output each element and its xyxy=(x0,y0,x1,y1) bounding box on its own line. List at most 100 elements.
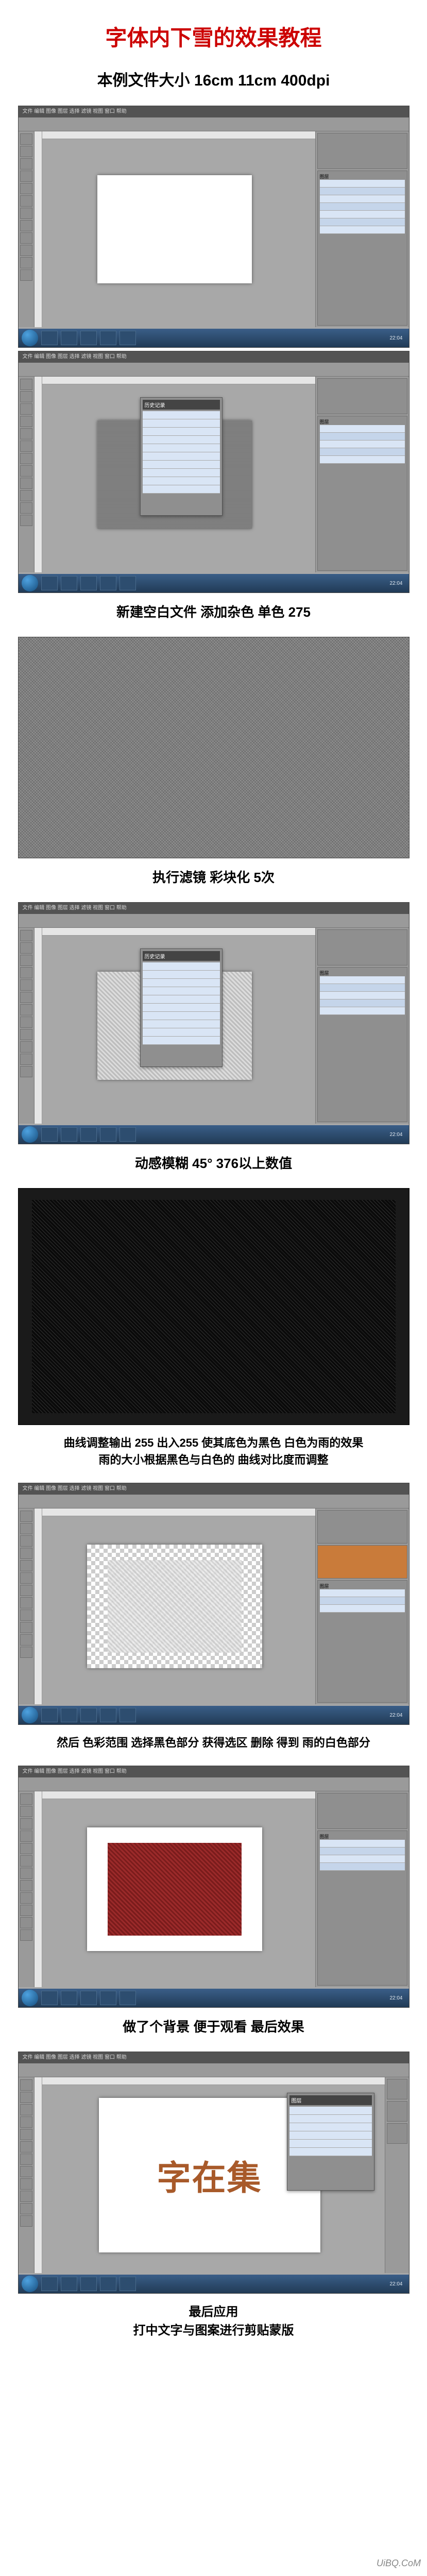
panel-color xyxy=(317,133,407,169)
windows-taskbar: 22:04 xyxy=(19,329,409,347)
tool-icon xyxy=(20,208,32,219)
taskbar-app-icon xyxy=(100,331,116,345)
ps-options-bar xyxy=(19,1495,409,1509)
caption-step-4: 动感模糊 45° 376以上数值 xyxy=(15,1154,412,1174)
screenshot-step-5 xyxy=(18,1188,409,1425)
canvas-crystallize xyxy=(19,637,409,858)
canvas-blank xyxy=(97,175,252,283)
ps-panels: 图层 xyxy=(315,928,409,1124)
ps-menubar: 文件 编辑 图像 图层 选择 滤镜 视图 窗口 帮助 xyxy=(19,2052,409,2063)
tool-icon xyxy=(20,269,32,281)
tool-icon xyxy=(20,232,32,244)
ps-options-bar xyxy=(19,117,409,131)
tool-icon xyxy=(20,195,32,207)
ps-canvas-area: 历史记录 xyxy=(35,377,315,572)
layers-panel-label: 图层 xyxy=(320,173,405,180)
screenshot-step-6: 文件 编辑 图像 图层 选择 滤镜 视图 窗口 帮助 图层 xyxy=(18,1483,409,1725)
ps-panels: 图层 xyxy=(315,1509,409,1704)
ps-panels: 图层 xyxy=(315,131,409,327)
ps-canvas-area xyxy=(35,1509,315,1704)
ps-toolbox xyxy=(19,1791,35,1987)
tool-icon xyxy=(20,220,32,231)
history-panel: 历史记录 xyxy=(140,397,223,516)
ps-panels: 图层 xyxy=(315,1791,409,1987)
history-panel: 历史记录 xyxy=(140,948,223,1067)
windows-taskbar: 22:04 xyxy=(19,1989,409,2007)
canvas-curves-dark xyxy=(32,1200,396,1413)
layer-row xyxy=(320,218,405,226)
ps-menubar: 文件 编辑 图像 图层 选择 滤镜 视图 窗口 帮助 xyxy=(19,106,409,117)
taskbar-app-icon xyxy=(61,331,77,345)
tool-icon xyxy=(20,171,32,182)
canvas-background xyxy=(87,1827,262,1951)
layers-panel: 图层 xyxy=(317,967,407,1122)
start-button-icon xyxy=(22,575,38,591)
taskbar-app-icon xyxy=(41,331,58,345)
screenshot-step-4: 文件 编辑 图像 图层 选择 滤镜 视图 窗口 帮助 历史记录 图层 xyxy=(18,902,409,1144)
ps-toolbox xyxy=(19,131,35,327)
start-button-icon xyxy=(22,330,38,346)
watermark: UiBQ.CoM xyxy=(377,2558,421,2569)
caption-step-8: 最后应用 打中文字与图案进行剪贴蒙版 xyxy=(15,2303,412,2340)
tool-icon xyxy=(20,245,32,256)
screenshot-step-3 xyxy=(18,637,409,858)
layers-panel: 图层 xyxy=(317,171,407,326)
tool-icon xyxy=(20,133,32,145)
ps-panels: 图层 xyxy=(315,377,409,572)
ps-menubar: 文件 编辑 图像 图层 选择 滤镜 视图 窗口 帮助 xyxy=(19,351,409,363)
ps-options-bar xyxy=(19,2063,409,2077)
caption-step-5: 曲线调整输出 255 出入255 使其底色为黑色 白色为雨的效果 雨的大小根据黑… xyxy=(15,1434,412,1468)
caption-step-6: 然后 色彩范围 选择黑色部分 获得选区 删除 得到 雨的白色部分 xyxy=(15,1734,412,1751)
layer-row xyxy=(320,180,405,188)
caption-step-2: 新建空白文件 添加杂色 单色 275 xyxy=(15,602,412,622)
windows-taskbar: 22:04 xyxy=(19,2275,409,2293)
system-tray-time: 22:04 xyxy=(389,335,405,341)
tool-icon xyxy=(20,257,32,268)
rain-white-selection xyxy=(108,1560,242,1653)
ruler-vertical xyxy=(35,131,42,327)
ps-canvas-area xyxy=(35,1791,315,1987)
caption-step-3: 执行滤镜 彩块化 5次 xyxy=(15,868,412,888)
screenshot-step-2: 文件 编辑 图像 图层 选择 滤镜 视图 窗口 帮助 历史记录 图层 xyxy=(18,351,409,593)
layers-floating-panel: 图层 xyxy=(287,2093,374,2191)
layers-panel: 图层 xyxy=(317,1831,407,1986)
ps-panels-collapsed xyxy=(385,2077,409,2273)
final-result-text: 字在集 xyxy=(157,2150,262,2200)
doc-spec: 本例文件大小 16cm 11cm 400dpi xyxy=(15,67,412,90)
ps-toolbox xyxy=(19,377,35,572)
history-panel-header: 历史记录 xyxy=(143,400,220,410)
windows-taskbar: 22:04 xyxy=(19,574,409,592)
ps-menubar: 文件 编辑 图像 图层 选择 滤镜 视图 窗口 帮助 xyxy=(19,903,409,914)
canvas-transparent xyxy=(87,1545,262,1668)
ps-toolbox xyxy=(19,928,35,1124)
ps-menubar: 文件 编辑 图像 图层 选择 滤镜 视图 窗口 帮助 xyxy=(19,1483,409,1495)
layers-panel: 图层 xyxy=(317,1580,407,1703)
screenshot-step-1: 文件 编辑 图像 图层 选择 滤镜 视图 窗口 帮助 图层 xyxy=(18,106,409,348)
ps-options-bar xyxy=(19,914,409,928)
windows-taskbar: 22:04 xyxy=(19,1706,409,1724)
ruler-horizontal xyxy=(35,131,315,139)
caption-step-7: 做了个背景 便于观看 最后效果 xyxy=(15,2017,412,2037)
ps-options-bar xyxy=(19,1777,409,1791)
screenshot-step-8: 文件 编辑 图像 图层 选择 滤镜 视图 窗口 帮助 字在集 图层 xyxy=(18,2052,409,2294)
ps-canvas-area: 字在集 图层 xyxy=(35,2077,385,2273)
tool-icon xyxy=(20,146,32,157)
ps-toolbox xyxy=(19,1509,35,1704)
ps-menubar: 文件 编辑 图像 图层 选择 滤镜 视图 窗口 帮助 xyxy=(19,1766,409,1777)
layer-row xyxy=(320,203,405,211)
tool-icon xyxy=(20,158,32,170)
ps-toolbox xyxy=(19,2077,35,2273)
page-title: 字体内下雪的效果教程 xyxy=(15,21,412,52)
red-rain-preview xyxy=(108,1843,242,1936)
ps-canvas-area xyxy=(35,131,315,327)
ps-options-bar xyxy=(19,363,409,377)
layers-panel: 图层 xyxy=(317,416,407,571)
tutorial-page: 字体内下雪的效果教程 本例文件大小 16cm 11cm 400dpi 文件 编辑… xyxy=(0,0,427,2396)
taskbar-app-icon xyxy=(119,331,136,345)
layer-row xyxy=(320,226,405,234)
layer-row xyxy=(320,188,405,195)
screenshot-step-7: 文件 编辑 图像 图层 选择 滤镜 视图 窗口 帮助 图层 xyxy=(18,1766,409,2008)
taskbar-app-icon xyxy=(80,331,97,345)
tool-icon xyxy=(20,183,32,194)
windows-taskbar: 22:04 xyxy=(19,1125,409,1144)
